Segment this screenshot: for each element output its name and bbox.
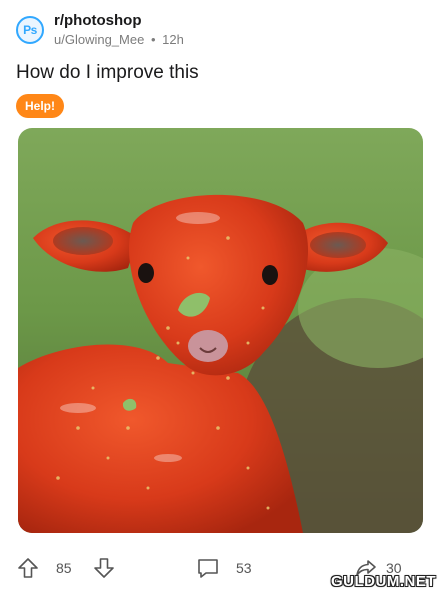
post-meta: u/Glowing_Mee • 12h xyxy=(54,32,184,47)
post-flair[interactable]: Help! xyxy=(16,94,64,118)
comment-bubble-icon[interactable] xyxy=(196,556,220,580)
post-time: 12h xyxy=(162,32,184,47)
post-image[interactable] xyxy=(18,128,423,533)
score-count: 85 xyxy=(56,560,72,576)
comment-count: 53 xyxy=(236,560,252,576)
arrow-up-icon[interactable] xyxy=(16,556,40,580)
subreddit-icon[interactable]: Ps xyxy=(16,16,44,44)
red-sauce-lamb-image xyxy=(18,128,423,533)
author-link[interactable]: u/Glowing_Mee xyxy=(54,32,144,47)
post-header: Ps r/photoshop u/Glowing_Mee • 12h xyxy=(16,10,424,50)
site-watermark: GULDUM.NET xyxy=(331,573,436,590)
subreddit-name[interactable]: r/photoshop xyxy=(54,12,141,29)
meta-separator: • xyxy=(150,32,156,47)
post-title[interactable]: How do I improve this xyxy=(16,62,199,84)
subreddit-icon-text: Ps xyxy=(23,23,37,37)
arrow-down-icon[interactable] xyxy=(92,556,116,580)
